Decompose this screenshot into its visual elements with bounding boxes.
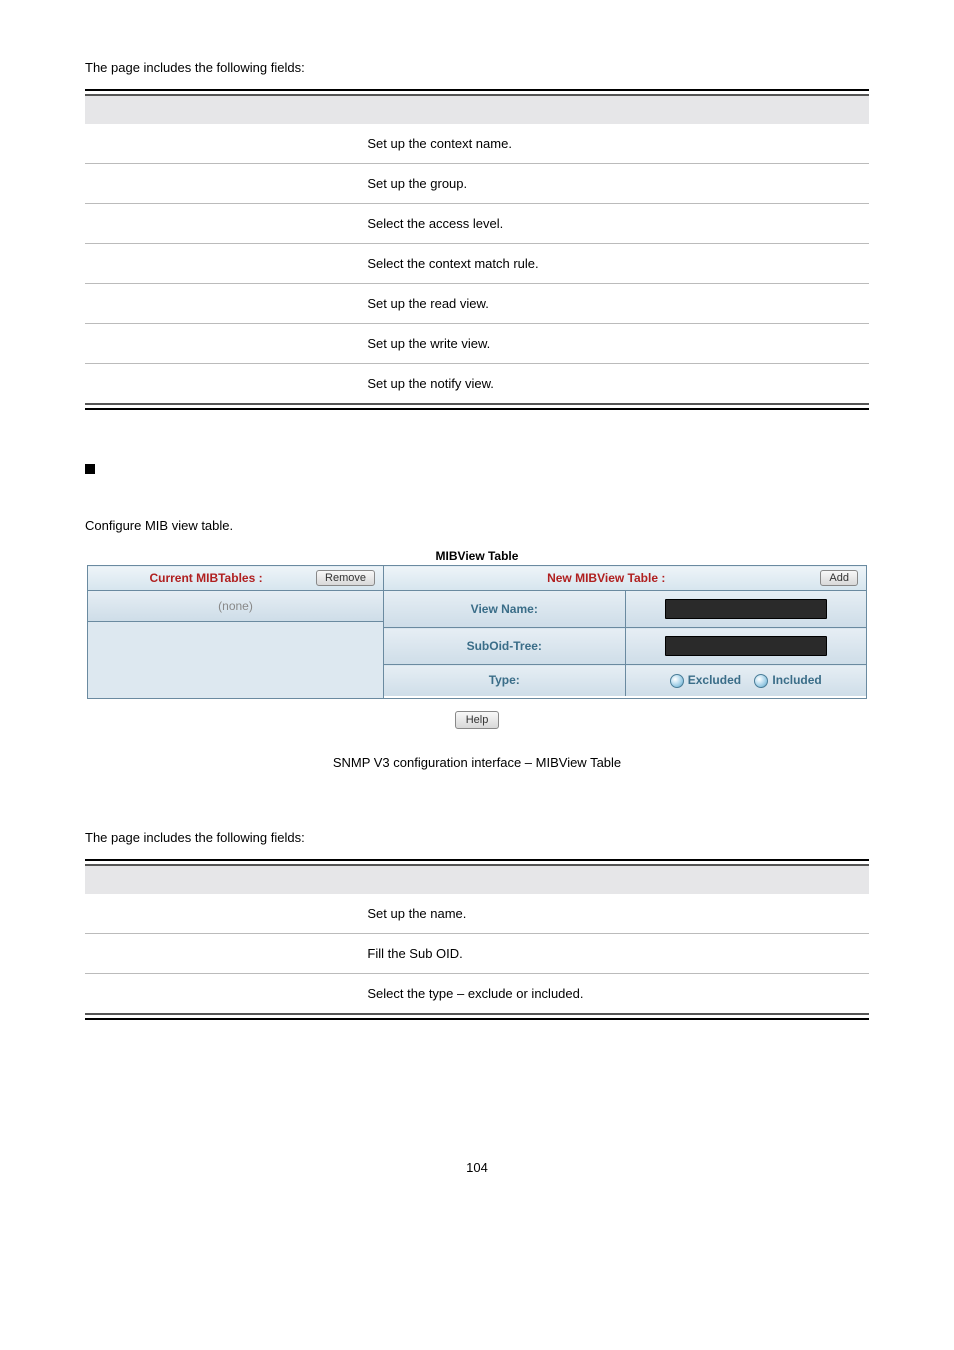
intro-text-1: The page includes the following fields: bbox=[85, 60, 869, 75]
view-name-input[interactable] bbox=[665, 599, 827, 619]
table-row: Select the type – exclude or included. bbox=[85, 974, 869, 1015]
table-row: Fill the Sub OID. bbox=[85, 934, 869, 974]
field-desc: Select the context match rule. bbox=[359, 244, 869, 284]
mibview-panel: Current MIBTables : Remove New MIBView T… bbox=[87, 565, 867, 699]
suboid-tree-input[interactable] bbox=[665, 636, 827, 656]
table-row: Select the access level. bbox=[85, 204, 869, 244]
help-button[interactable]: Help bbox=[455, 711, 500, 729]
access-fields-header bbox=[85, 95, 869, 124]
table-row: Set up the notify view. bbox=[85, 364, 869, 405]
field-desc: Fill the Sub OID. bbox=[359, 934, 869, 974]
field-desc: Select the type – exclude or included. bbox=[359, 974, 869, 1015]
suboid-tree-label: SubOid-Tree: bbox=[384, 628, 625, 665]
field-desc: Select the access level. bbox=[359, 204, 869, 244]
table-row: Set up the group. bbox=[85, 164, 869, 204]
intro-text-2: The page includes the following fields: bbox=[85, 830, 869, 845]
field-desc: Set up the name. bbox=[359, 894, 869, 934]
remove-button[interactable]: Remove bbox=[316, 570, 375, 586]
field-desc: Set up the read view. bbox=[359, 284, 869, 324]
current-mibtables-empty: . bbox=[88, 622, 383, 699]
table-row: Set up the context name. bbox=[85, 124, 869, 164]
table-row: Select the context match rule. bbox=[85, 244, 869, 284]
field-desc: Set up the notify view. bbox=[359, 364, 869, 405]
table-row: Set up the name. bbox=[85, 894, 869, 934]
table-row: Set up the write view. bbox=[85, 324, 869, 364]
mibview-fields-table: Set up the name. Fill the Sub OID. Selec… bbox=[85, 859, 869, 1020]
view-name-label: View Name: bbox=[384, 591, 625, 628]
figure-caption: SNMP V3 configuration interface – MIBVie… bbox=[85, 755, 869, 770]
excluded-radio[interactable] bbox=[670, 674, 684, 688]
field-desc: Set up the write view. bbox=[359, 324, 869, 364]
access-fields-table: Set up the context name. Set up the grou… bbox=[85, 89, 869, 410]
current-mibtables-label: Current MIBTables : bbox=[149, 571, 262, 585]
mibview-panel-title: MIBView Table bbox=[87, 547, 867, 565]
mibview-fields-header bbox=[85, 865, 869, 894]
type-label: Type: bbox=[384, 665, 625, 696]
included-radio[interactable] bbox=[754, 674, 768, 688]
current-mibtables-none: (none) bbox=[88, 591, 383, 622]
mibview-desc: Configure MIB view table. bbox=[85, 518, 869, 533]
field-desc: Set up the group. bbox=[359, 164, 869, 204]
new-mibview-label: New MIBView Table : bbox=[547, 571, 665, 585]
field-desc: Set up the context name. bbox=[359, 124, 869, 164]
page-number: 104 bbox=[85, 1160, 869, 1175]
table-row: Set up the read view. bbox=[85, 284, 869, 324]
add-button[interactable]: Add bbox=[820, 570, 858, 586]
included-label: Included bbox=[772, 673, 821, 687]
bullet-icon bbox=[85, 464, 95, 474]
excluded-label: Excluded bbox=[688, 673, 741, 687]
